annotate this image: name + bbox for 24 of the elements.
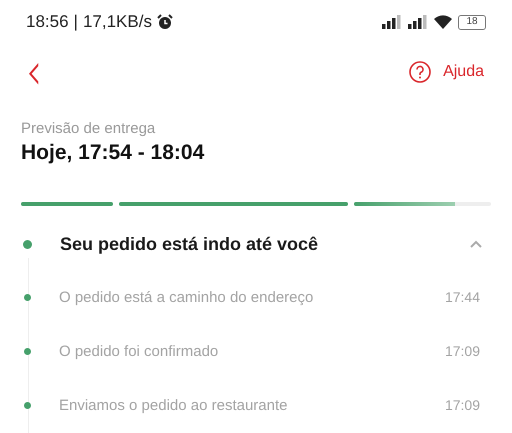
step-text: O pedido foi confirmado [59, 342, 220, 360]
alarm-clock-icon [156, 14, 173, 30]
eta-time: Hoje, 17:54 - 18:04 [21, 141, 206, 165]
status-dot [23, 240, 32, 248]
separator: | [74, 12, 78, 32]
step-text: O pedido está a caminho do endereço [59, 288, 314, 306]
eta-label: Previsão de entrega [21, 120, 156, 137]
clock-time: 18:56 [26, 12, 69, 32]
network-speed: 17,1KB/s [82, 12, 152, 32]
step-time: 17:44 [444, 289, 480, 305]
battery-icon: 18 [458, 14, 486, 30]
status-title: Seu pedido está indo até você [60, 234, 320, 254]
help-button[interactable]: Ajuda [409, 61, 484, 83]
step-time: 17:09 [444, 343, 480, 359]
help-icon [409, 61, 432, 83]
signal-icon [408, 15, 428, 29]
back-button[interactable]: ‹ [26, 46, 42, 98]
wifi-icon [434, 15, 452, 29]
step-time: 17:09 [444, 397, 480, 413]
step-text: Enviamos o pedido ao restaurante [59, 396, 288, 414]
step-dot [24, 294, 31, 300]
step-dot [24, 402, 31, 408]
step-dot [24, 348, 31, 354]
signal-icon [382, 15, 402, 29]
